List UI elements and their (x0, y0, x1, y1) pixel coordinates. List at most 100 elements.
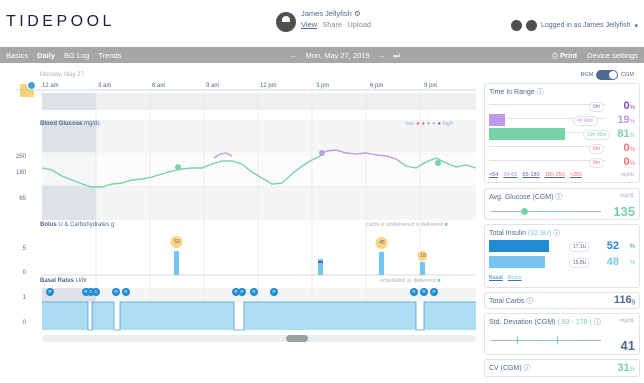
user-avatar-icon (525, 20, 537, 31)
avg-glucose-value: 135 (613, 204, 635, 219)
basal-legend: scheduled ▦ delivered ■ (380, 278, 441, 284)
total-carbs-unit: g (631, 299, 635, 305)
basal-marker[interactable]: R (238, 288, 246, 296)
tab-bg-log[interactable]: BG Log (64, 51, 89, 60)
chevron-down-icon[interactable]: ▾ (634, 22, 638, 30)
total-insulin-value: 32.9U (530, 230, 549, 237)
tir-units: mg/dL (621, 172, 635, 178)
basal-marker[interactable]: R (410, 288, 418, 296)
range-links: <54 54-65 65-180 180-250 >250 (489, 172, 582, 178)
time-in-range-card: Time In Range ⓘ 0m 0% 4h 40m 19% 19h 20m 81% 0… (484, 83, 640, 183)
tir-percent: 19 (617, 114, 630, 126)
range-link[interactable]: 180-250 (545, 172, 565, 178)
range-link[interactable]: 54-65 (503, 172, 517, 178)
basal-marker[interactable]: R (270, 288, 278, 296)
scrollbar-thumb[interactable] (286, 335, 308, 342)
range-link[interactable]: <54 (489, 172, 498, 178)
cv-card: CV (CGM) ⓘ 31% (484, 359, 640, 377)
view-link[interactable]: View (301, 20, 317, 29)
device-settings-button[interactable]: Device settings (587, 51, 638, 61)
std-deviation-title: Std. Deviation (CGM) (489, 319, 556, 326)
basal-bar (489, 240, 549, 252)
patient-info: James Jellyfish ⚙ View Share Upload (276, 8, 374, 32)
basal-tick: 0 (22, 320, 26, 326)
current-date: Mon, May 27, 2019 (305, 51, 370, 60)
tir-time: 0m (589, 158, 604, 168)
bg-title: Blood Glucose mg/dL (40, 121, 101, 127)
basal-tab[interactable]: Basal (489, 275, 503, 281)
total-carbs-title: Total Carbs (489, 298, 525, 305)
tab-basics[interactable]: Basics (6, 51, 28, 60)
basal-marker[interactable]: C (92, 288, 100, 296)
avg-glucose-scale (491, 211, 601, 212)
tir-time: 19h 20m (583, 130, 611, 140)
cv-title: CV (CGM) (489, 365, 522, 372)
tir-percent: 81 (617, 128, 630, 140)
bolus-amount: 15.8U (569, 258, 591, 268)
basal-marker[interactable]: R (420, 288, 428, 296)
timeline-scrollbar[interactable] (42, 335, 476, 342)
care-team-icon[interactable] (510, 20, 522, 31)
carb-value[interactable]: 53 (171, 239, 183, 245)
most-recent-icon[interactable]: ⏭ (393, 51, 400, 61)
bolus-tab[interactable]: Bolus (508, 275, 522, 281)
info-icon[interactable]: ⓘ (555, 194, 562, 201)
tir-time: 0m (589, 102, 604, 112)
avg-glucose-marker (521, 208, 528, 215)
bgm-cgm-toggle[interactable]: BGM CGM (581, 70, 634, 80)
tir-time: 4h 40m (573, 116, 598, 126)
bg-tick: 250 (15, 154, 26, 160)
stats-sidebar: BGM CGM Time In Range ⓘ 0m 0% 4h 40m 19% 19h… (484, 66, 640, 383)
tab-trends[interactable]: Trends (98, 51, 121, 60)
avg-glucose-unit: mg/dL (619, 193, 635, 199)
tir-row: 0m 0% (489, 100, 635, 112)
daily-chart[interactable]: Monday, May 27 12 am 3 am 6 am 9 am 12 p… (6, 66, 476, 382)
std-deviation-value: 41 (620, 338, 635, 353)
avg-glucose-card: Avg. Glucose (CGM) ⓘ mg/dL 135 (484, 188, 640, 220)
cv-value: 31 (617, 362, 630, 374)
print-button[interactable]: ⎙ Print (552, 51, 577, 61)
range-link[interactable]: >250 (570, 172, 582, 178)
basal-marker[interactable]: R (112, 288, 120, 296)
info-icon[interactable]: ⓘ (553, 230, 560, 237)
tab-daily[interactable]: Daily (37, 51, 55, 60)
info-icon[interactable]: ⓘ (537, 89, 544, 96)
login-menu[interactable]: Logged in as James Jellyfish ▾ (510, 20, 638, 31)
basal-title: Basal Rates U/hr (40, 278, 88, 284)
view-nav-bar: Basics Daily BG Log Trends ← Mon, May 27… (0, 47, 644, 63)
previous-day-icon[interactable]: ← (290, 51, 298, 61)
info-icon[interactable]: ⓘ (526, 298, 533, 305)
info-icon[interactable]: ⓘ (594, 319, 601, 326)
bolus-legend: carbs ■ undelivered ■ delivered ■ (366, 222, 448, 228)
patient-avatar-icon (276, 12, 296, 32)
basal-amount: 17.1U (569, 242, 591, 252)
basal-marker[interactable]: R (430, 288, 438, 296)
info-icon[interactable]: ⓘ (524, 365, 531, 372)
gear-icon[interactable]: ⚙ (354, 9, 361, 18)
carb-value[interactable]: 18 (417, 253, 429, 259)
tir-row: 0m 0% (489, 142, 635, 154)
basal-percent: 52 (606, 240, 619, 252)
total-insulin-title: Total Insulin (489, 230, 526, 237)
bolus-tick: 5 (22, 246, 26, 252)
next-day-icon[interactable]: → (378, 51, 386, 61)
tidepool-logo[interactable]: TIDEPOOL (6, 13, 115, 31)
basal-marker[interactable]: R (122, 288, 130, 296)
basal-marker[interactable]: R (250, 288, 258, 296)
tir-row: 19h 20m 81% (489, 128, 635, 140)
basal-marker[interactable]: R (46, 288, 54, 296)
tir-row: 0m 0% (489, 156, 635, 168)
share-link[interactable]: Share (322, 20, 342, 29)
bg-tick: 65 (19, 196, 26, 202)
range-link[interactable]: 65-180 (522, 172, 539, 178)
tir-time: 0m (589, 144, 604, 154)
login-text: Logged in as James Jellyfish (540, 22, 631, 29)
carb-value[interactable]: 45 (376, 240, 388, 246)
tir-bar (489, 114, 505, 126)
upload-link[interactable]: Upload (347, 20, 371, 29)
bg-tick: 180 (15, 170, 26, 176)
app-header: TIDEPOOL James Jellyfish ⚙ View Share Up… (0, 0, 644, 44)
total-insulin-card: Total Insulin (32.9U) ⓘ 17.1U 52 % 15.8U… (484, 224, 640, 288)
std-deviation-range: ( 93 - 178 ) (557, 319, 592, 326)
toggle-switch[interactable] (596, 70, 619, 80)
